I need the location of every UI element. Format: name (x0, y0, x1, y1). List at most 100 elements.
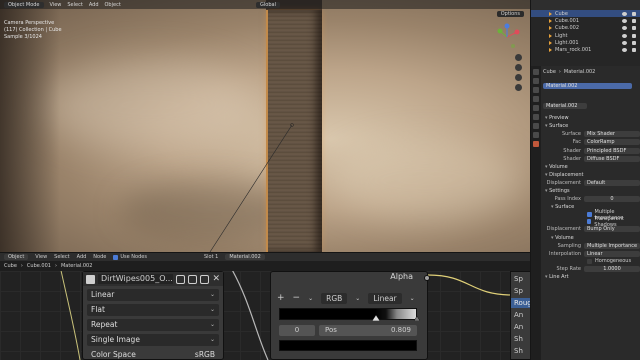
outliner-item-mars-rock[interactable]: Mars_rock.001 (531, 46, 640, 53)
color-mode-select[interactable]: RGB (321, 292, 348, 304)
grid-icon[interactable] (515, 84, 522, 91)
camera-icon[interactable] (632, 26, 636, 31)
physics-tab-icon[interactable] (533, 132, 539, 138)
eye-icon[interactable] (622, 11, 627, 16)
checkbox-icon[interactable] (587, 212, 592, 218)
material-field[interactable]: Material.002 (543, 103, 587, 110)
image-texture-node[interactable]: DirtWipes005_O... ✕ Linear ⌄ Flat ⌄ Repeat… (82, 271, 224, 360)
tool-tab-icon[interactable] (533, 69, 539, 75)
z-axis-icon[interactable] (504, 23, 510, 29)
camera-view-icon[interactable] (515, 74, 522, 81)
material-slot-list[interactable]: Material.002 (543, 78, 640, 94)
remove-stop-button[interactable]: − (293, 293, 301, 303)
pass-index-field[interactable]: 0 (584, 196, 640, 203)
ramp-menu-chevron-icon[interactable]: ⌄ (308, 295, 313, 302)
transparent-shadows-checkbox[interactable]: Transparent Shadows (543, 216, 640, 228)
chevron-down-icon[interactable]: ⌄ (355, 295, 360, 302)
outliner-item-light[interactable]: Light (531, 32, 640, 39)
fake-user-shield-icon[interactable] (176, 274, 186, 284)
ramp-interpolation-select[interactable]: Linear (368, 292, 402, 304)
camera-icon[interactable] (632, 33, 636, 38)
world-tab-icon[interactable] (533, 105, 539, 111)
material-tab-icon[interactable] (533, 141, 539, 147)
camera-icon[interactable] (632, 48, 636, 53)
node-menu-select[interactable]: Select (54, 254, 69, 260)
stop-color-swatch[interactable] (279, 340, 417, 351)
source-dropdown[interactable]: Single Image ⌄ (87, 334, 219, 346)
camera-icon[interactable] (632, 18, 636, 23)
slot-select[interactable]: Slot 1 (204, 254, 218, 260)
mode-select[interactable]: Object Mode (4, 1, 44, 8)
eye-icon[interactable] (622, 18, 627, 23)
displacement-method-select[interactable]: Bump Only (584, 226, 640, 233)
menu-view[interactable]: View (50, 2, 62, 8)
ramp-stop-marker[interactable] (371, 314, 381, 321)
surface-row-value[interactable]: ColorRamp (584, 139, 640, 146)
add-stop-button[interactable]: + (277, 293, 285, 303)
output-tab-icon[interactable] (533, 87, 539, 93)
x-axis-icon[interactable] (514, 29, 520, 35)
section-line-art[interactable]: Line Art (543, 273, 640, 281)
step-rate-field[interactable]: 1.0000 (584, 265, 640, 272)
extension-dropdown[interactable]: Repeat ⌄ (87, 319, 219, 331)
menu-select[interactable]: Select (67, 2, 82, 8)
color-space-row[interactable]: Color Space sRGB (87, 349, 219, 360)
surface-row-value[interactable]: Diffuse BSDF (584, 155, 640, 162)
sampling-select[interactable]: Multiple Importance (584, 242, 640, 249)
section-volume[interactable]: Volume (543, 163, 640, 171)
modifier-tab-icon[interactable] (533, 123, 539, 129)
chevron-down-icon[interactable]: ⌄ (410, 295, 415, 302)
menu-object[interactable]: Object (105, 2, 121, 8)
eye-icon[interactable] (622, 33, 627, 38)
checkbox-icon[interactable] (113, 254, 119, 260)
ramp-stop-marker[interactable] (413, 315, 420, 321)
color-ramp-gradient[interactable] (279, 308, 420, 321)
section-settings[interactable]: Settings (543, 187, 640, 195)
menu-add[interactable]: Add (89, 2, 99, 8)
image-icon[interactable] (86, 274, 95, 284)
render-tab-icon[interactable] (533, 78, 539, 84)
camera-icon[interactable] (632, 40, 636, 45)
interpolation-dropdown[interactable]: Linear ⌄ (87, 289, 219, 301)
navigation-gizmo[interactable] (492, 22, 522, 52)
surface-row-value[interactable]: Principled BSDF (584, 147, 640, 154)
stop-index-field[interactable]: 0 (279, 325, 315, 336)
checkbox-icon[interactable] (587, 219, 592, 225)
camera-icon[interactable] (632, 11, 636, 16)
image-name-field[interactable]: DirtWipes005_O... (98, 274, 174, 284)
color-ramp-node[interactable]: Alpha + − ⌄ RGB ⌄ Linear ⌄ 0 Pos 0.809 (270, 271, 430, 360)
y-axis-icon[interactable] (497, 28, 503, 34)
color-space-value[interactable]: sRGB (195, 349, 215, 360)
breadcrumb-item[interactable]: Material.002 (61, 263, 92, 269)
orientation-select[interactable]: Global (256, 1, 280, 8)
homogeneous-checkbox[interactable]: Homogeneous (543, 258, 640, 265)
node-menu-view[interactable]: View (35, 254, 47, 260)
displacement-value[interactable]: Default (584, 180, 640, 187)
eye-icon[interactable] (622, 26, 627, 31)
interpolation-select[interactable]: Linear (584, 250, 640, 257)
projection-dropdown[interactable]: Flat ⌄ (87, 304, 219, 316)
principled-bsdf-node[interactable]: Sp Sp Roug An An Sh Sh (510, 271, 530, 360)
bsdf-input-roughness[interactable]: Roug (511, 298, 530, 308)
subsection-volume[interactable]: Volume (543, 234, 640, 242)
use-nodes-toggle[interactable]: Use Nodes (113, 254, 147, 260)
breadcrumb-item[interactable]: Cube.001 (27, 263, 51, 269)
node-menu-node[interactable]: Node (93, 254, 106, 260)
surface-row-value[interactable]: Mix Shader (584, 131, 640, 138)
options-button[interactable]: Options (496, 11, 524, 17)
outliner-item-cube-001[interactable]: Cube.001 (531, 17, 640, 24)
zoom-icon[interactable] (515, 54, 522, 61)
node-canvas[interactable]: DirtWipes005_O... ✕ Linear ⌄ Flat ⌄ Repeat… (0, 271, 530, 360)
close-icon[interactable]: ✕ (212, 274, 220, 284)
outliner-item-cube[interactable]: Cube (531, 10, 640, 18)
node-menu-add[interactable]: Add (77, 254, 87, 260)
stop-position-field[interactable]: Pos 0.809 (319, 325, 417, 336)
section-displacement[interactable]: Displacement (543, 171, 640, 179)
3d-viewport[interactable]: Object Mode View Select Add Object Globa… (0, 0, 530, 252)
scene-tab-icon[interactable] (533, 96, 539, 102)
section-preview[interactable]: Preview (543, 114, 640, 122)
object-type-select[interactable]: Object (4, 254, 29, 260)
eye-icon[interactable] (622, 48, 627, 53)
pan-hand-icon[interactable] (515, 64, 522, 71)
duplicate-icon[interactable] (188, 274, 198, 284)
